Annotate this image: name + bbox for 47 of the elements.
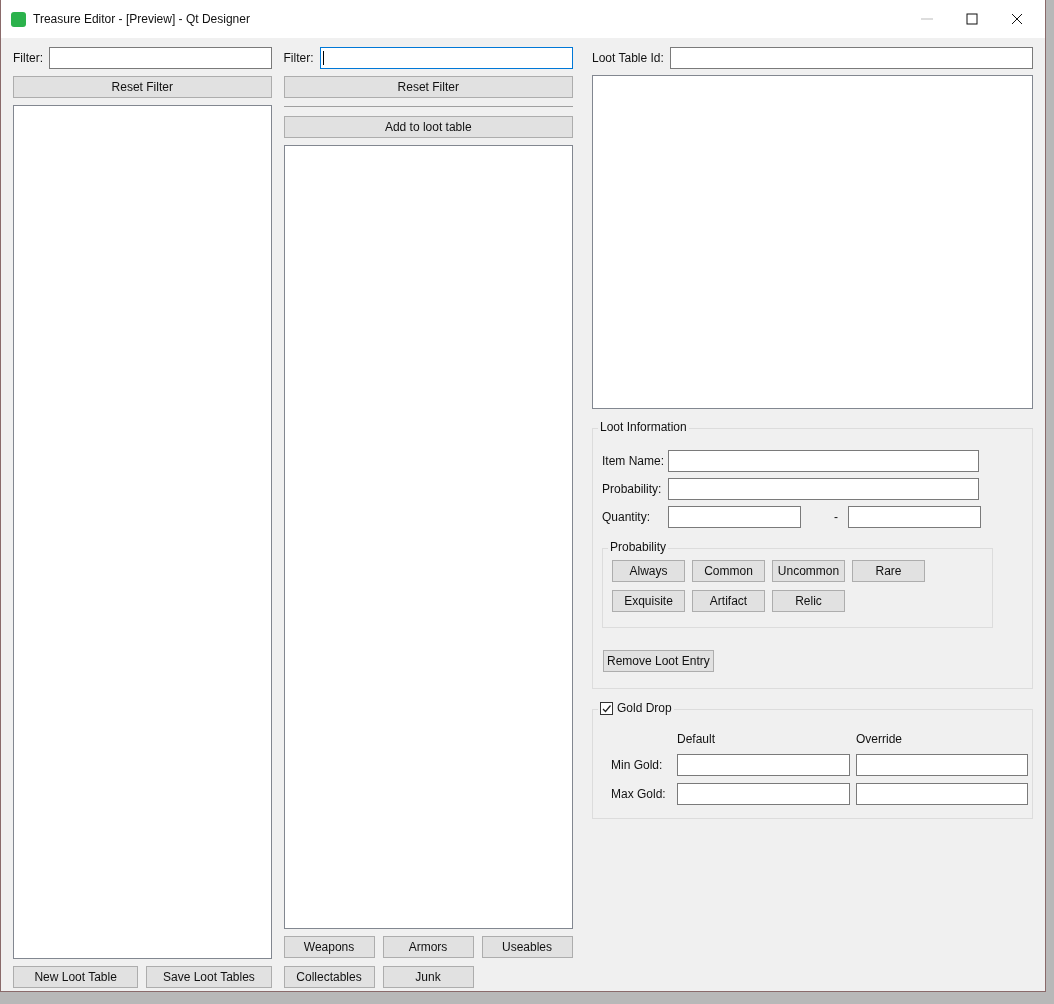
filter-label: Filter: — [13, 51, 43, 65]
category-button[interactable]: Useables — [481, 936, 573, 958]
maximize-icon[interactable] — [966, 13, 978, 25]
text-field[interactable] — [668, 450, 979, 472]
amount-field[interactable] — [677, 754, 850, 776]
remove-loot-entry-button[interactable]: Remove Loot Entry — [603, 650, 714, 672]
field-label: Item Name: — [602, 454, 665, 468]
probability-button[interactable]: Always — [612, 560, 685, 582]
range-separator: - — [833, 510, 838, 524]
row-label: Max Gold: — [611, 787, 667, 801]
amount-field[interactable] — [856, 783, 1028, 805]
max-quantity-field[interactable] — [848, 506, 981, 528]
filter-label: Filter: — [283, 51, 314, 65]
min-quantity-field[interactable] — [668, 506, 801, 528]
probability-button[interactable]: Exquisite — [612, 590, 685, 612]
text-field[interactable] — [668, 478, 979, 500]
amount-field[interactable] — [677, 783, 850, 805]
drop-toggle-checkbox[interactable] — [600, 702, 613, 715]
probability-button[interactable]: Rare — [852, 560, 925, 582]
close-icon[interactable] — [1011, 13, 1023, 25]
filter-field[interactable] — [319, 47, 573, 69]
window-title: Treasure Editor - [Preview] - Qt Designer — [33, 12, 250, 26]
probability-button[interactable]: Common — [692, 560, 765, 582]
app-logo-icon — [11, 11, 26, 27]
probability-button[interactable]: Relic — [772, 590, 845, 612]
loot-table-id-field[interactable] — [669, 47, 1033, 69]
probability-button[interactable]: Uncommon — [772, 560, 845, 582]
reset-filter-button[interactable]: Reset Filter — [283, 76, 573, 98]
group-title: Probability — [608, 540, 669, 555]
field-label: Probability: — [602, 482, 663, 496]
loot-table-button[interactable]: New Loot Table — [13, 966, 139, 988]
reset-filter-button[interactable]: Reset Filter — [13, 76, 272, 98]
filter-field[interactable] — [49, 47, 272, 69]
row-label: Min Gold: — [611, 758, 664, 772]
quantity-label: Quantity: — [602, 510, 652, 524]
probability-button[interactable]: Artifact — [692, 590, 765, 612]
category-button[interactable]: Armors — [382, 936, 474, 958]
category-button[interactable]: Junk — [382, 966, 474, 988]
category-button[interactable]: Weapons — [283, 936, 375, 958]
add-to-loot-table-button[interactable]: Add to loot table — [283, 116, 573, 138]
column-header: Override — [856, 732, 903, 747]
loot-table-id-label: Loot Table Id: — [592, 51, 664, 65]
category-button[interactable]: Collectables — [283, 966, 375, 988]
amount-field[interactable] — [856, 754, 1028, 776]
loot-table-button[interactable]: Save Loot Tables — [146, 966, 272, 988]
drop-toggle-label: Gold Drop — [617, 701, 672, 716]
column-header: Default — [677, 732, 717, 747]
